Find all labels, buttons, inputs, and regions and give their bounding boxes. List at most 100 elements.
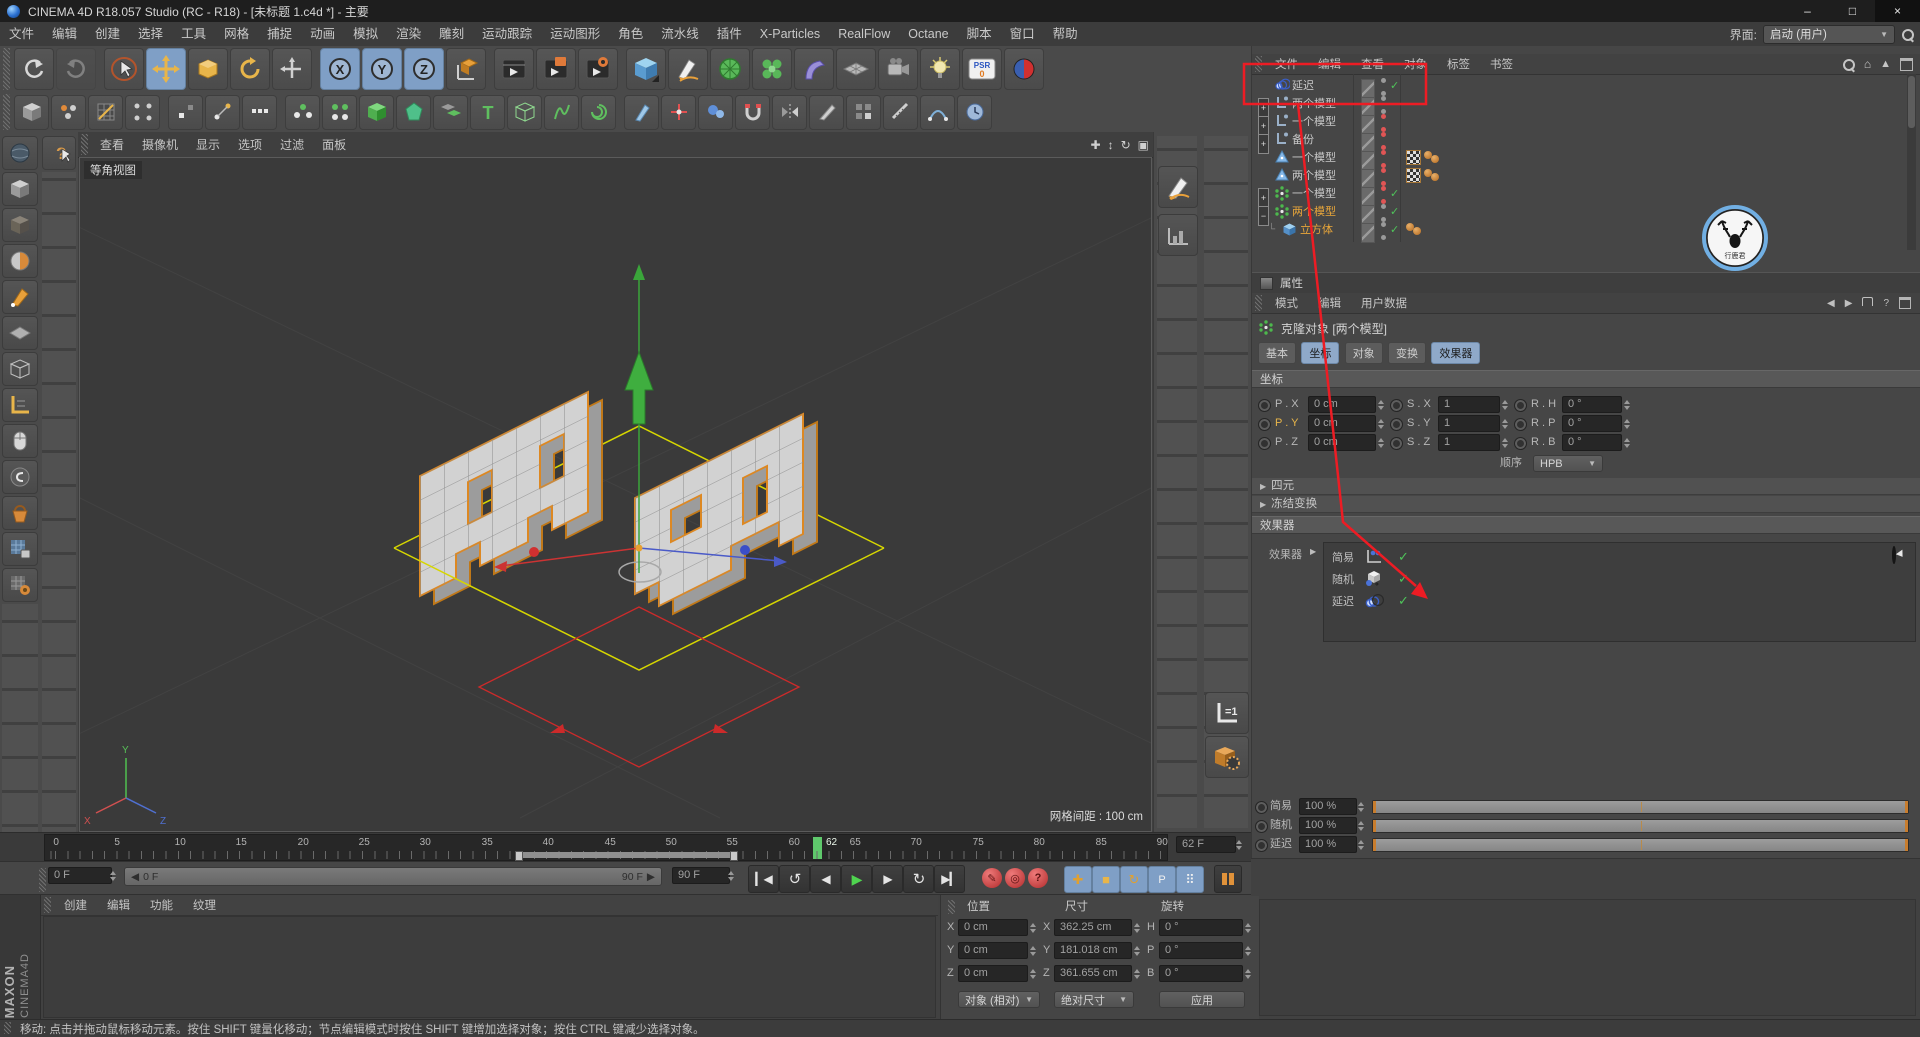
om-menu-view[interactable]: 查看 [1351,56,1394,72]
rb-keyframe-radio[interactable] [1514,437,1527,450]
mat-menu-create[interactable]: 创建 [54,897,97,913]
lock-icon[interactable] [1862,296,1874,306]
help-icon[interactable]: ? [1883,298,1889,309]
py-keyframe-radio[interactable] [1258,418,1271,431]
om-scrollbar[interactable] [1907,74,1916,250]
menu-tools[interactable]: 工具 [172,22,215,46]
brush-tool-button[interactable] [624,94,659,130]
edges-mode-button[interactable] [205,94,240,130]
loop-button[interactable]: ↻ [903,865,934,893]
plain-radio[interactable] [1255,801,1268,814]
key-parameter-button[interactable]: P [1148,866,1176,893]
menu-simulate[interactable]: 模拟 [344,22,387,46]
make-editable-button[interactable] [14,94,49,130]
coordinate-system-button[interactable] [446,48,486,90]
am-menu-userdata[interactable]: 用户数据 [1351,295,1417,311]
sz-stepper[interactable] [1500,434,1509,451]
enabled-check-icon[interactable]: ✓ [1390,76,1399,94]
key-rotation-button[interactable]: ↻ [1120,866,1148,893]
cloner-tool-button[interactable] [322,94,357,130]
rp-keyframe-radio[interactable] [1514,418,1527,431]
maximize-view-icon[interactable]: ▣ [1138,138,1149,152]
pz-field[interactable]: 0 cm [1308,434,1376,451]
goto-end-button[interactable]: ▶▎ [934,865,965,893]
plain-strength-slider[interactable] [1372,800,1909,814]
move-tool[interactable] [146,48,186,90]
window-icon[interactable] [1900,57,1913,71]
sx-field[interactable]: 1 [1438,396,1500,413]
size-z-field[interactable]: 361.655 cm [1054,965,1132,982]
random-radio[interactable] [1255,820,1268,833]
menu-select[interactable]: 选择 [129,22,172,46]
menu-script[interactable]: 脚本 [958,22,1001,46]
menu-motion-tracker[interactable]: 运动跟踪 [473,22,541,46]
grid-gear-icon[interactable] [2,568,38,602]
rot-b-field[interactable]: 0 ° [1159,965,1243,982]
freeze-transform-section[interactable]: ▶ 冻结变换 [1252,496,1920,513]
knife-tool-button[interactable] [809,94,844,130]
size-mode-dropdown[interactable]: 绝对尺寸 ▼ [1054,991,1134,1008]
timeline-ruler[interactable]: 0 5 10 15 20 25 30 35 40 45 50 55 60 65 … [44,834,1168,861]
poly-pen-icon[interactable] [2,280,38,314]
render-view-button[interactable] [494,48,534,90]
minimize-button[interactable]: – [1785,0,1830,22]
menu-plugins[interactable]: 插件 [708,22,751,46]
goto-start-button[interactable]: ▎◀ [748,865,779,893]
dolly-view-icon[interactable]: ↕ [1108,138,1114,152]
spline-arc-tool-button[interactable] [920,94,955,130]
cube-wire-tool-button[interactable] [507,94,542,130]
tag-list[interactable] [1406,148,1441,166]
rh-stepper[interactable] [1622,396,1631,413]
sy-keyframe-radio[interactable] [1390,418,1403,431]
selection-tag-icon[interactable] [1424,150,1441,164]
keyframe-panel-button[interactable] [1214,865,1242,893]
pos-y-field[interactable]: 0 cm [958,942,1028,959]
gear-cube-icon[interactable] [1205,736,1249,778]
previous-frame-button[interactable]: ◀ [810,865,841,893]
am-menu-edit[interactable]: 编辑 [1308,295,1351,311]
workplane-icon[interactable] [2,388,38,422]
chart-bars-icon[interactable] [1158,214,1198,256]
rh-keyframe-radio[interactable] [1514,399,1527,412]
grid-lock-icon[interactable] [2,532,38,566]
rp-field[interactable]: 0 ° [1562,415,1622,432]
panel-grip[interactable] [44,897,51,913]
selection-tag-icon[interactable] [1424,168,1441,182]
model-mode-button[interactable] [51,94,86,130]
texture-tag-icon[interactable] [1406,167,1421,183]
texture-ball-icon[interactable] [2,244,38,278]
magnet-tool-button[interactable] [735,94,770,130]
simulation-sphere-icon[interactable] [2,460,38,494]
current-frame-field[interactable]: 62 F [1176,836,1236,853]
interface-dropdown[interactable]: 启动 (用户) ▼ [1763,24,1895,44]
tab-basic[interactable]: 基本 [1258,342,1296,364]
cube-outline-icon[interactable] [2,352,38,386]
enabled-check-icon[interactable]: ✓ [1398,591,1409,611]
rp-stepper[interactable] [1622,415,1631,432]
material-list-empty[interactable] [43,916,936,1018]
light-object-button[interactable] [920,48,960,90]
om-menu-object[interactable]: 对象 [1394,56,1437,72]
menu-xparticles[interactable]: X-Particles [751,22,829,46]
texture-tag-icon[interactable] [1406,149,1421,165]
om-menu-file[interactable]: 文件 [1265,56,1308,72]
vp-menu-options[interactable]: 选项 [229,136,271,153]
subdivision-surface-button[interactable] [710,48,750,90]
paint-tool-button[interactable] [698,94,733,130]
effectors-section-bar[interactable]: 效果器 [1252,516,1920,534]
y-axis-lock[interactable]: Y [362,48,402,90]
play-backward-button[interactable]: ↺ [779,865,810,893]
visibility-dots[interactable] [1380,222,1386,240]
enabled-check-icon[interactable]: ✓ [1390,184,1399,202]
tab-effectors[interactable]: 效果器 [1431,342,1481,364]
object-row-cube[interactable]: └ 立方体 ✓ [1256,220,1907,243]
apply-button[interactable]: 应用 [1159,991,1245,1008]
quaternion-section[interactable]: ▶ 四元 [1252,478,1920,495]
menu-create[interactable]: 创建 [86,22,129,46]
measure-tool-button[interactable] [883,94,918,130]
undo-button[interactable] [14,48,54,90]
menu-snap[interactable]: 捕捉 [258,22,301,46]
pos-z-field[interactable]: 0 cm [958,965,1028,982]
menu-mograph[interactable]: 运动图形 [541,22,609,46]
panel-grip[interactable] [81,134,88,155]
